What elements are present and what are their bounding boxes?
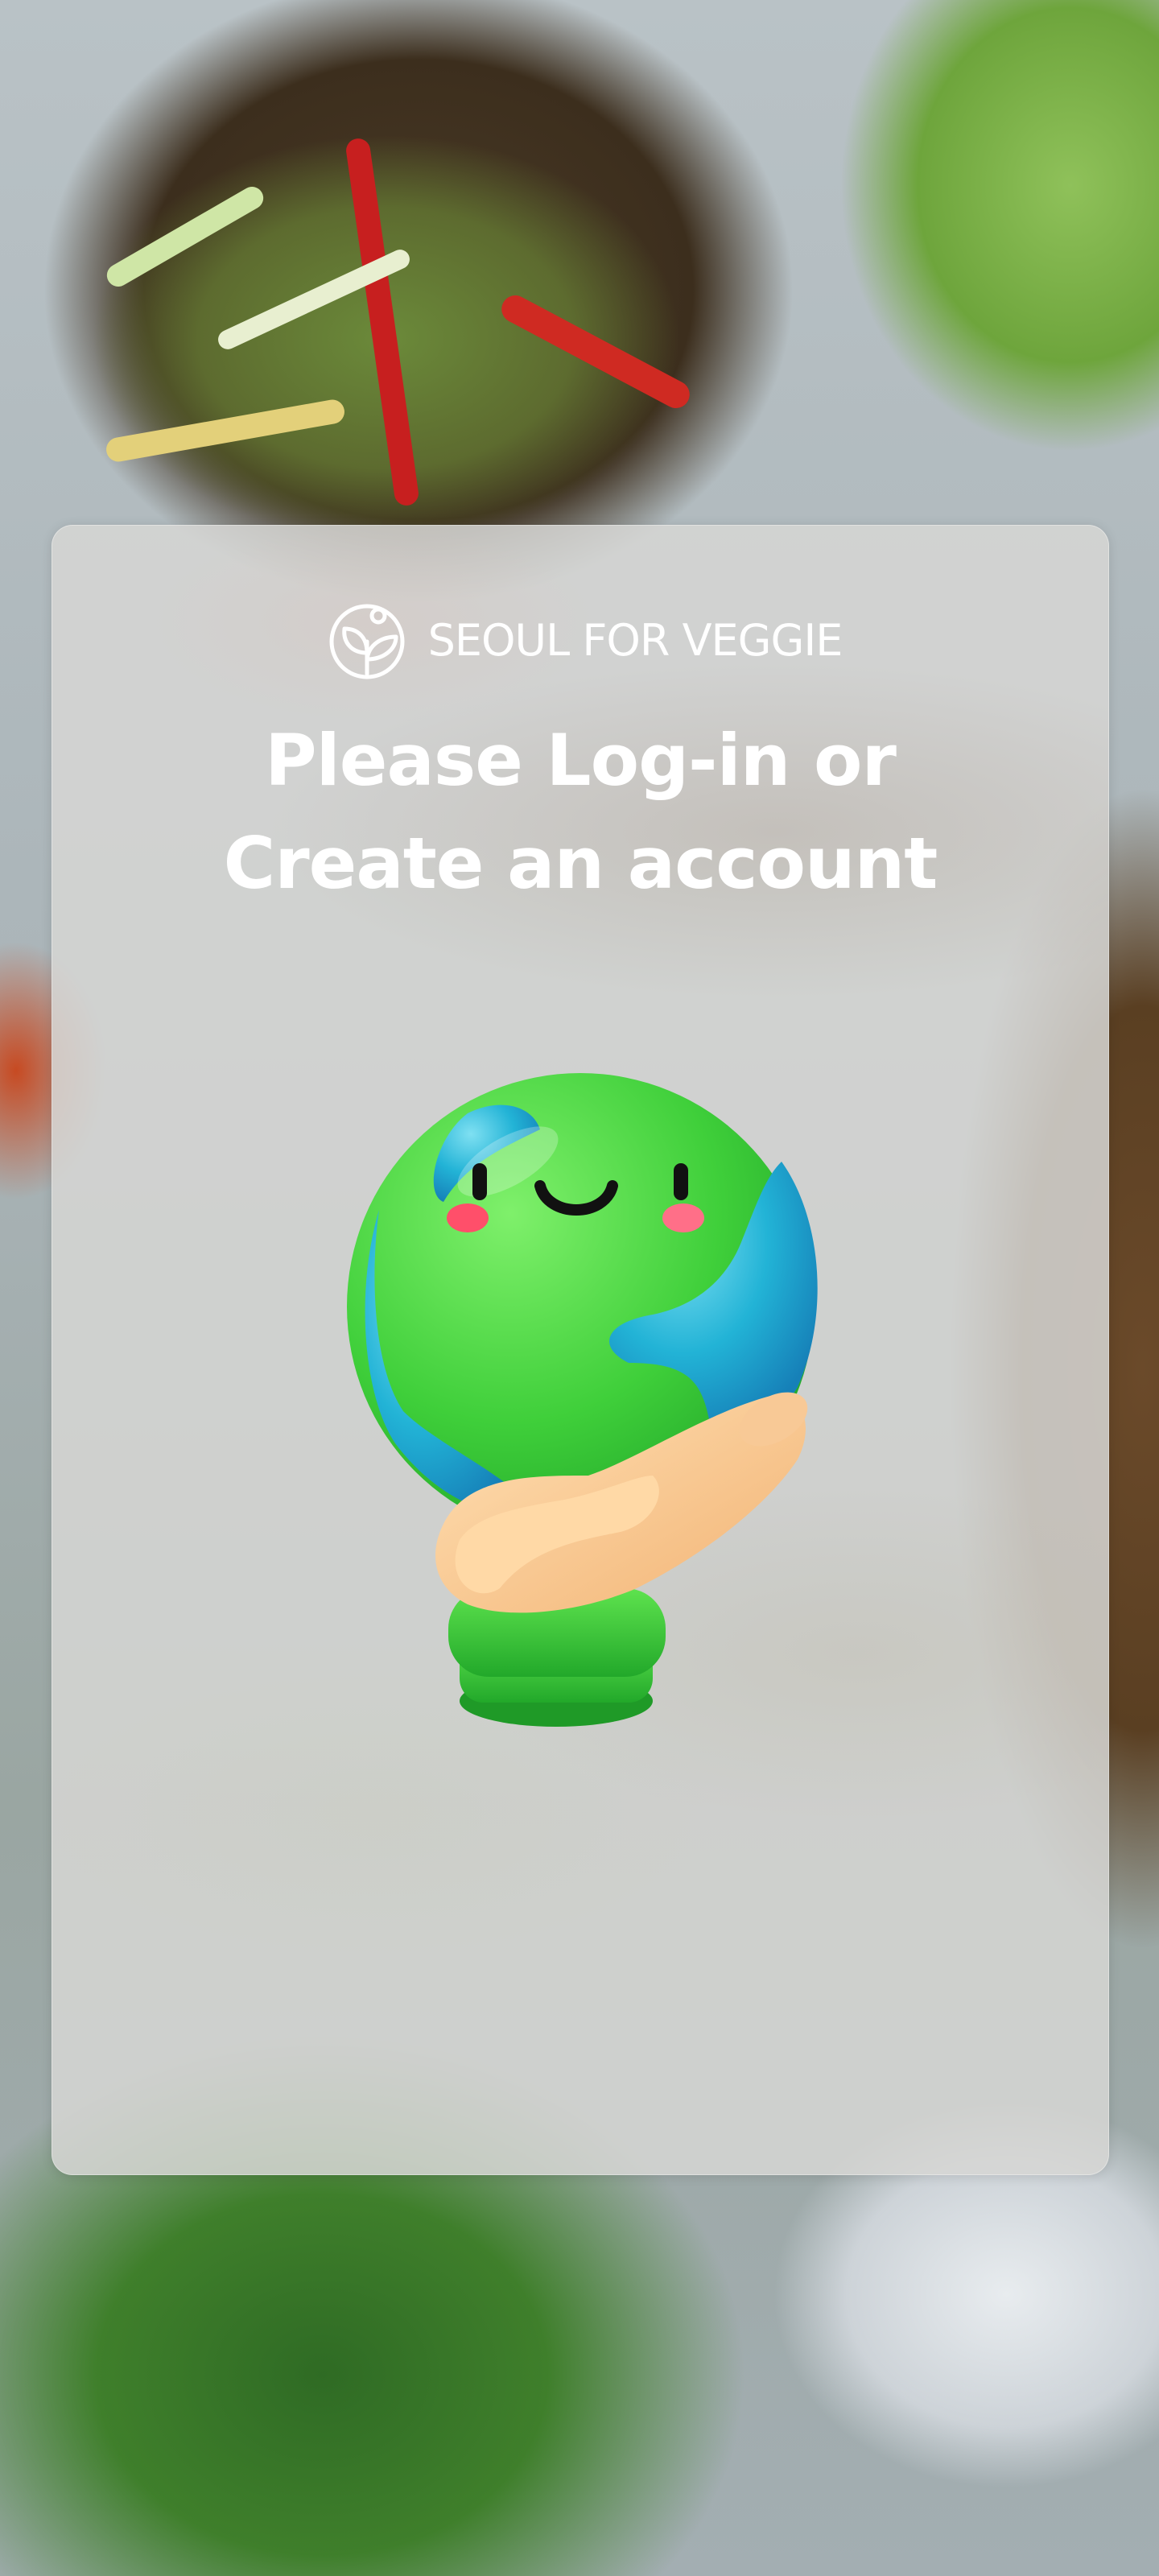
earth-in-hand-illustration xyxy=(347,1073,818,1727)
page-title-line-1: Please Log-in or xyxy=(265,719,897,802)
login-screen: SEOUL FOR VEGGIE Please Log-in or Create… xyxy=(0,0,1159,2576)
login-card: SEOUL FOR VEGGIE Please Log-in or Create… xyxy=(52,525,1109,2175)
brand: SEOUL FOR VEGGIE xyxy=(52,600,1108,680)
brand-name: SEOUL FOR VEGGIE xyxy=(427,614,843,666)
leaf-circle-logo-icon xyxy=(329,604,405,679)
page-title-line-2: Create an account xyxy=(223,822,938,905)
page-title: Please Log-in or Create an account xyxy=(52,709,1108,915)
